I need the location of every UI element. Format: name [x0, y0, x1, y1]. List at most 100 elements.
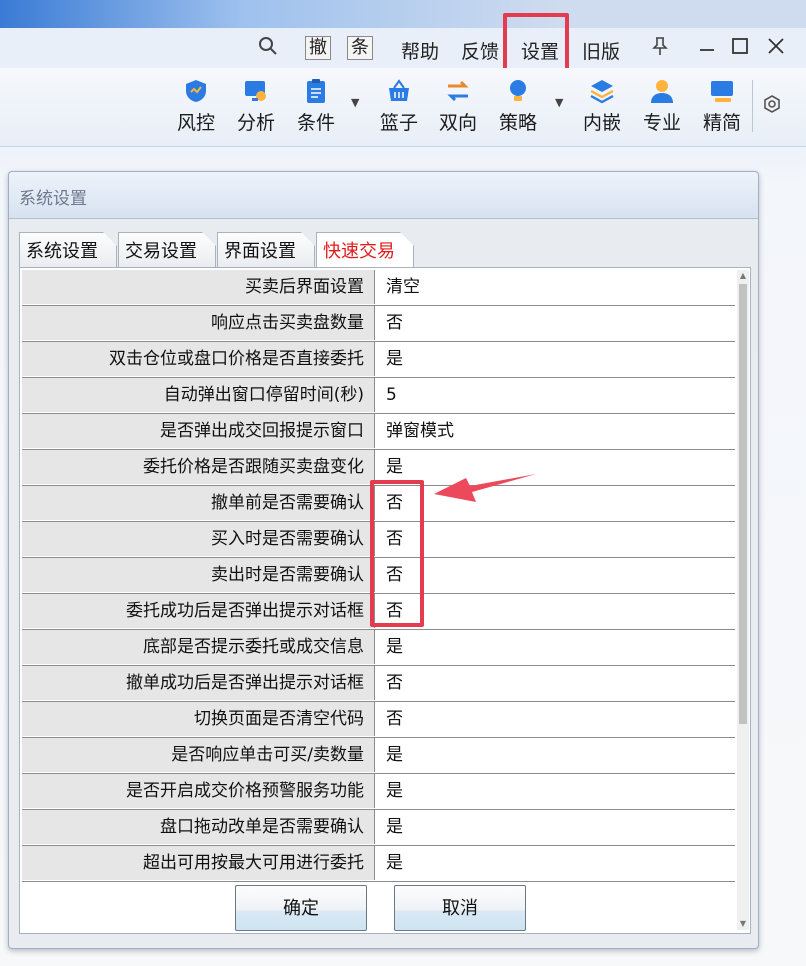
setting-label: 切换页面是否清空代码 — [22, 702, 375, 736]
toolbar-compact-button[interactable]: 精简 — [695, 78, 749, 135]
setting-value[interactable]: 是 — [375, 630, 735, 665]
window-top-strip — [0, 0, 806, 28]
toolbar-label: 条件 — [296, 112, 335, 134]
setting-label: 超出可用按最大可用进行委托 — [22, 846, 375, 880]
scrollbar-thumb[interactable] — [739, 284, 747, 724]
minimize-icon[interactable] — [698, 36, 716, 61]
setting-label: 盘口拖动改单是否需要确认 — [22, 810, 375, 844]
setting-value[interactable]: 否 — [375, 702, 735, 737]
close-icon[interactable] — [767, 36, 785, 61]
setting-value[interactable]: 清空 — [375, 270, 735, 305]
condition-shortcut[interactable]: 条 — [347, 36, 373, 60]
toolbar-condition-button[interactable]: 条件 — [289, 78, 343, 135]
setting-row[interactable]: 切换页面是否清空代码否 — [22, 702, 735, 738]
setting-row[interactable]: 双击仓位或盘口价格是否直接委托是 — [22, 342, 735, 378]
chevron-down-icon[interactable]: ▼ — [555, 96, 563, 109]
setting-value[interactable]: 否 — [375, 522, 735, 557]
setting-row[interactable]: 撤单成功后是否弹出提示对话框否 — [22, 666, 735, 702]
confirm-settings-highlight-box — [370, 480, 424, 627]
chevron-down-icon[interactable]: ▼ — [351, 96, 359, 109]
setting-value[interactable]: 是 — [375, 774, 735, 809]
setting-row[interactable]: 盘口拖动改单是否需要确认是 — [22, 810, 735, 846]
cancel-order-shortcut[interactable]: 撤 — [305, 36, 331, 60]
toolbar-label: 内嵌 — [582, 112, 621, 134]
settings-gear-icon[interactable] — [762, 94, 782, 118]
menu-feedback[interactable]: 反馈 — [461, 37, 499, 64]
exchange-icon — [445, 78, 471, 104]
setting-value[interactable]: 是 — [375, 450, 735, 485]
toolbar-label: 篮子 — [379, 112, 418, 134]
analysis-icon — [243, 78, 269, 104]
menu-old-version[interactable]: 旧版 — [582, 37, 620, 64]
toolbar-bidirectional-button[interactable]: 双向 — [431, 78, 485, 135]
setting-value[interactable]: 否 — [375, 558, 735, 593]
basket-icon — [386, 78, 412, 104]
monitor-icon — [709, 78, 735, 104]
setting-label: 买卖后界面设置 — [22, 270, 375, 304]
tab-interface-settings[interactable]: 界面设置 — [217, 232, 315, 268]
pin-icon[interactable] — [651, 36, 669, 61]
setting-row[interactable]: 是否弹出成交回报提示窗口 弹窗模式 — [22, 414, 735, 450]
setting-row[interactable]: 是否响应单击可买/卖数量是 — [22, 738, 735, 774]
setting-value[interactable]: 5 — [375, 378, 735, 413]
setting-label: 是否开启成交价格预警服务功能 — [22, 774, 375, 808]
maximize-icon[interactable] — [731, 36, 749, 61]
tab-quick-trade[interactable]: 快速交易 — [316, 232, 414, 268]
layers-icon — [589, 78, 615, 104]
tab-trade-settings[interactable]: 交易设置 — [118, 232, 216, 268]
user-icon — [649, 78, 675, 104]
setting-label: 卖出时是否需要确认 — [22, 558, 375, 592]
setting-row[interactable]: 是否开启成交价格预警服务功能是 — [22, 774, 735, 810]
toolbar-label: 风控 — [176, 112, 215, 134]
setting-row[interactable]: 超出可用按最大可用进行委托是 — [22, 846, 735, 882]
setting-label: 委托成功后是否弹出提示对话框 — [22, 594, 375, 628]
setting-label: 响应点击买卖盘数量 — [22, 306, 375, 340]
setting-label: 委托价格是否跟随买卖盘变化 — [22, 450, 375, 484]
setting-value[interactable]: 否 — [375, 666, 735, 701]
shield-icon — [183, 78, 209, 104]
clipboard-icon — [303, 78, 329, 104]
red-arrow-icon — [432, 470, 538, 514]
toolbar-strategy-button[interactable]: 策略 — [491, 78, 545, 135]
toolbar-label: 双向 — [438, 112, 477, 134]
setting-label: 双击仓位或盘口价格是否直接委托 — [22, 342, 375, 376]
dialog-title-bar[interactable]: 系统设置 — [9, 172, 758, 219]
toolbar-label: 专业 — [642, 112, 681, 134]
scroll-down-icon[interactable]: ▼ — [737, 918, 749, 930]
setting-label: 底部是否提示委托或成交信息 — [22, 630, 375, 664]
setting-value[interactable]: 否 — [375, 594, 735, 629]
search-icon[interactable] — [258, 36, 278, 61]
menu-help[interactable]: 帮助 — [401, 37, 439, 64]
toolbar-risk-button[interactable]: 风控 — [169, 78, 223, 135]
toolbar-basket-button[interactable]: 篮子 — [372, 78, 426, 135]
toolbar-label: 精简 — [702, 112, 741, 134]
setting-label: 自动弹出窗口停留时间(秒) — [22, 378, 375, 412]
setting-label: 撤单成功后是否弹出提示对话框 — [22, 666, 375, 700]
setting-value[interactable]: 否 — [375, 486, 735, 521]
settings-highlight-box — [503, 13, 569, 73]
setting-row[interactable]: 响应点击买卖盘数量否 — [22, 306, 735, 342]
setting-value[interactable]: 是 — [375, 342, 735, 377]
setting-row[interactable]: 底部是否提示委托或成交信息是 — [22, 630, 735, 666]
bulb-icon — [505, 78, 531, 104]
cancel-button[interactable]: 取消 — [394, 885, 526, 931]
toolbar-embed-button[interactable]: 内嵌 — [575, 78, 629, 135]
vertical-scrollbar[interactable]: ▲ ▼ — [737, 270, 749, 930]
tab-system-settings[interactable]: 系统设置 — [19, 232, 117, 268]
toolbar-pro-button[interactable]: 专业 — [635, 78, 689, 135]
toolbar-label: 分析 — [236, 112, 275, 134]
ok-button[interactable]: 确定 — [235, 885, 367, 931]
setting-value[interactable]: 是 — [375, 846, 735, 881]
setting-label: 是否响应单击可买/卖数量 — [22, 738, 375, 772]
setting-row[interactable]: 买卖后界面设置 清空 — [22, 270, 735, 306]
setting-value[interactable]: 否 — [375, 306, 735, 341]
setting-value[interactable]: 弹窗模式 — [375, 414, 735, 449]
setting-row[interactable]: 自动弹出窗口停留时间(秒) 5 — [22, 378, 735, 414]
toolbar-divider — [752, 80, 753, 132]
setting-label: 撤单前是否需要确认 — [22, 486, 375, 520]
dialog-title: 系统设置 — [19, 189, 87, 209]
setting-value[interactable]: 是 — [375, 738, 735, 773]
scroll-up-icon[interactable]: ▲ — [737, 270, 749, 282]
toolbar-analysis-button[interactable]: 分析 — [229, 78, 283, 135]
setting-value[interactable]: 是 — [375, 810, 735, 845]
